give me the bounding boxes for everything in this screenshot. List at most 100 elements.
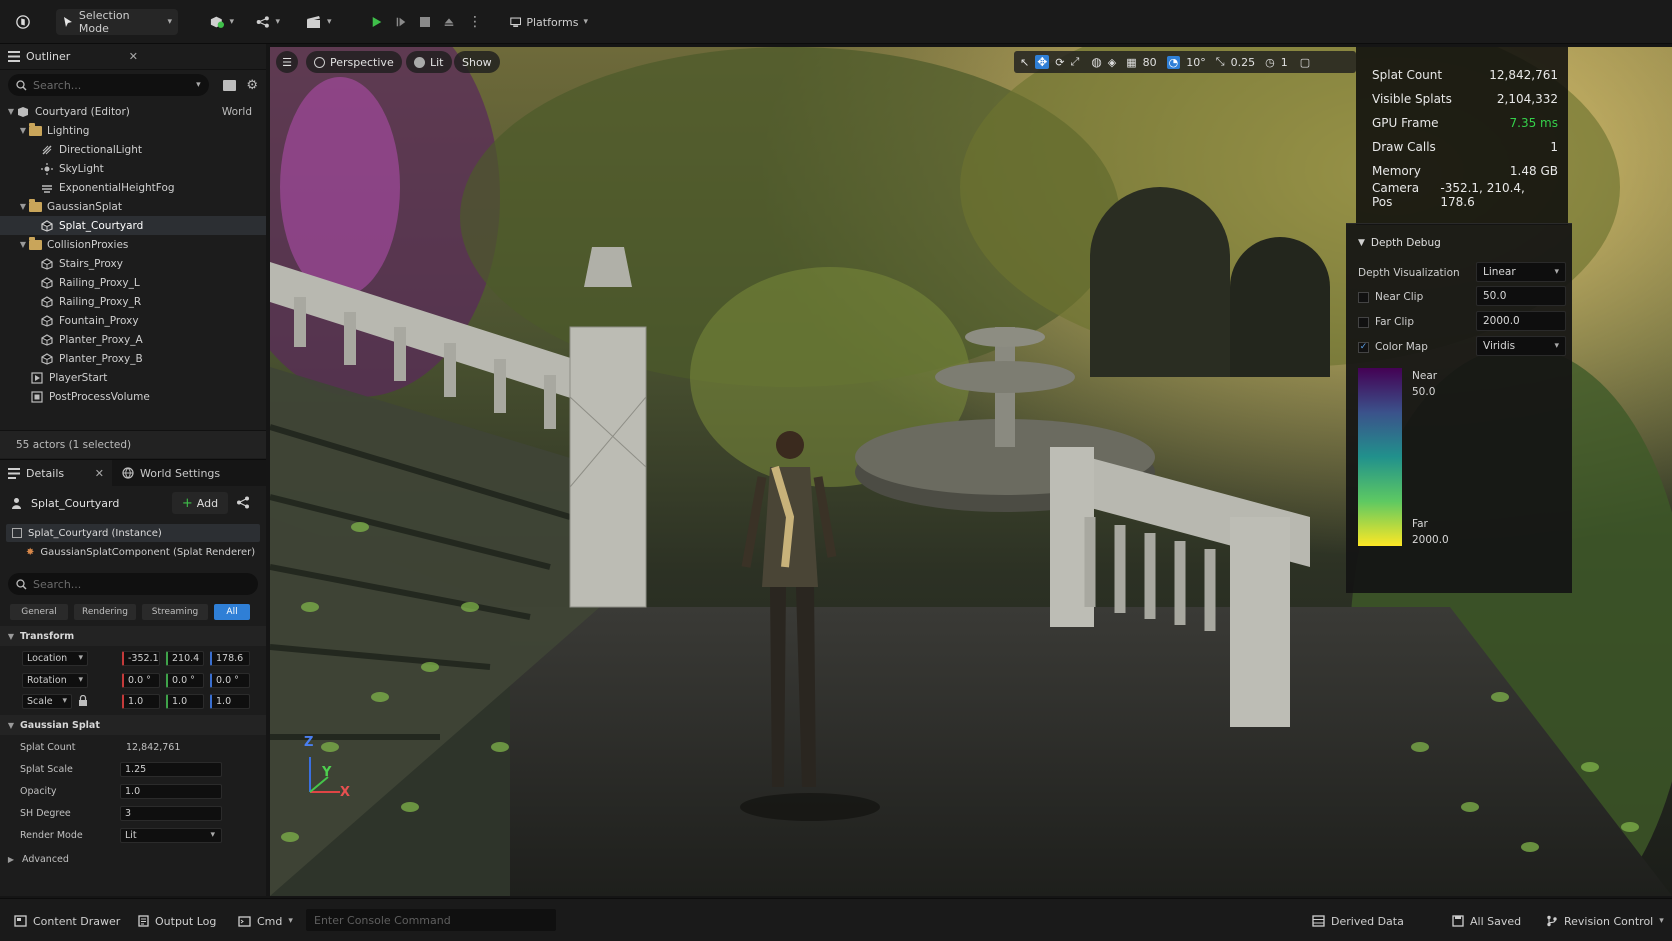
close-icon[interactable]: ✕	[95, 467, 104, 480]
outliner-item-courtyard[interactable]: ▼ Courtyard (Editor) World	[0, 102, 266, 121]
filter-general[interactable]: General	[10, 604, 68, 620]
level-viewport[interactable]: Z Y X ☰ Perspective Lit Show ↖ ✥ ⟳ ⤢ ◍ ◈…	[270, 47, 1672, 896]
depth-visualization-dropdown[interactable]: Linear ▾	[1476, 262, 1566, 282]
add-content-button[interactable]: ▾	[204, 9, 240, 35]
viewport-menu-button[interactable]: ☰	[276, 51, 298, 73]
select-tool-icon[interactable]: ↖	[1020, 56, 1029, 69]
console-command-input[interactable]: Enter Console Command	[306, 909, 556, 931]
content-drawer-button[interactable]: Content Drawer	[14, 910, 120, 932]
blueprint-icon[interactable]	[236, 496, 250, 512]
outliner-item-gaussiansplat[interactable]: ▼ GaussianSplat	[0, 197, 266, 216]
outliner-item-railing-proxy-l[interactable]: Railing_Proxy_L	[0, 273, 266, 292]
camera-speed-icon[interactable]: ◷	[1265, 56, 1275, 69]
grid-snap-icon[interactable]: ▦	[1126, 56, 1136, 69]
outliner-item-railing-proxy-r[interactable]: Railing_Proxy_R	[0, 292, 266, 311]
outliner-item-fog[interactable]: ExponentialHeightFog	[0, 178, 266, 197]
outliner-tab[interactable]: Outliner ✕	[0, 44, 266, 70]
render-mode-dropdown[interactable]: Lit ▾	[120, 827, 222, 843]
rotation-y-input[interactable]: 0.0 °	[166, 672, 204, 688]
depth-debug-header[interactable]: ▼ Depth Debug	[1358, 232, 1564, 254]
outliner-item-fountain-proxy[interactable]: Fountain_Proxy	[0, 311, 266, 330]
color-map-dropdown[interactable]: Viridis ▾	[1476, 336, 1566, 356]
scale-y-input[interactable]: 1.0	[166, 693, 204, 709]
location-x-input[interactable]: -352.1	[122, 650, 160, 666]
rotation-snap-icon[interactable]: ◔	[1166, 55, 1181, 69]
location-z-input[interactable]: 178.6	[210, 650, 250, 666]
close-icon[interactable]: ✕	[129, 50, 138, 63]
near-clip-checkbox[interactable]	[1358, 291, 1369, 303]
maximize-icon[interactable]: ▢	[1300, 56, 1310, 69]
camera-speed-value[interactable]: 1	[1281, 56, 1288, 69]
stop-button[interactable]	[414, 9, 436, 35]
play-options-button[interactable]: ⋮	[462, 9, 482, 35]
outliner-item-planter-proxy-b[interactable]: Planter_Proxy_B	[0, 349, 266, 368]
revision-control-dropdown[interactable]: Revision Control ▾	[1546, 910, 1664, 932]
output-log-button[interactable]: Output Log	[138, 910, 216, 932]
translate-tool-icon[interactable]: ✥	[1035, 55, 1050, 69]
surface-snap-icon[interactable]: ◈	[1108, 56, 1116, 69]
outliner-item-lighting[interactable]: ▼ Lighting	[0, 121, 266, 140]
transform-category[interactable]: ▼ Transform	[0, 626, 266, 646]
scale-dropdown[interactable]: Scale ▾	[22, 693, 72, 709]
world-settings-tab[interactable]: World Settings	[112, 460, 230, 486]
scale-z-input[interactable]: 1.0	[210, 693, 250, 709]
derived-data-button[interactable]: Derived Data	[1312, 910, 1404, 932]
sh-degree-input[interactable]: 3	[120, 805, 222, 821]
rotation-x-input[interactable]: 0.0 °	[122, 672, 160, 688]
far-clip-checkbox[interactable]	[1358, 316, 1369, 328]
expand-arrow-icon[interactable]: ▼	[18, 240, 28, 249]
expand-arrow-icon[interactable]: ▼	[18, 202, 28, 211]
scale-snap-icon[interactable]: ⤡	[1216, 55, 1225, 69]
outliner-item-stairs-proxy[interactable]: Stairs_Proxy	[0, 254, 266, 273]
cinematics-button[interactable]: ▾	[300, 9, 338, 35]
outliner-item-postprocessvolume[interactable]: PostProcessVolume	[0, 387, 266, 406]
blueprints-button[interactable]: ▾	[250, 9, 286, 35]
outliner-item-splat-courtyard[interactable]: Splat_Courtyard	[0, 216, 266, 235]
details-tab[interactable]: Details ✕	[0, 460, 112, 486]
outliner-item-planter-proxy-a[interactable]: Planter_Proxy_A	[0, 330, 266, 349]
editor-logo-icon[interactable]	[10, 9, 36, 35]
rotate-tool-icon[interactable]: ⟳	[1055, 56, 1064, 69]
filter-rendering[interactable]: Rendering	[74, 604, 136, 620]
play-button[interactable]	[366, 9, 388, 35]
grid-snap-value[interactable]: 80	[1143, 56, 1157, 69]
eject-button[interactable]	[438, 9, 460, 35]
scale-x-input[interactable]: 1.0	[122, 693, 160, 709]
step-button[interactable]	[390, 9, 412, 35]
selection-mode-dropdown[interactable]: Selection Mode ▾	[56, 9, 178, 35]
filter-all[interactable]: All	[214, 604, 250, 620]
all-saved-button[interactable]: All Saved	[1452, 910, 1521, 932]
color-map-checkbox[interactable]: ✓	[1358, 341, 1369, 353]
lock-icon[interactable]	[78, 694, 88, 709]
perspective-button[interactable]: Perspective	[306, 51, 402, 73]
outliner-item-collisionproxies[interactable]: ▼ CollisionProxies	[0, 235, 266, 254]
scale-snap-value[interactable]: 0.25	[1231, 56, 1256, 69]
add-folder-icon[interactable]	[222, 79, 237, 91]
scale-tool-icon[interactable]: ⤢	[1071, 55, 1080, 69]
rotation-dropdown[interactable]: Rotation ▾	[22, 672, 88, 688]
near-clip-input[interactable]: 50.0	[1476, 286, 1566, 306]
gear-icon[interactable]: ⚙	[246, 78, 258, 93]
splat-scale-input[interactable]: 1.25	[120, 761, 222, 777]
details-search-input[interactable]: Search...	[8, 573, 258, 595]
show-button[interactable]: Show	[454, 51, 500, 73]
view-mode-button[interactable]: Lit	[406, 51, 452, 73]
expand-arrow-icon[interactable]: ▼	[18, 126, 28, 135]
component-row-splat-renderer[interactable]: ✸ GaussianSplatComponent (Splat Renderer…	[6, 543, 260, 561]
add-component-button[interactable]: + Add	[172, 492, 228, 514]
outliner-search-input[interactable]: Search... ▾	[8, 74, 209, 96]
cmd-dropdown[interactable]: Cmd ▾	[238, 910, 293, 932]
expand-arrow-icon[interactable]: ▼	[6, 107, 16, 116]
platforms-dropdown[interactable]: Platforms ▾	[504, 9, 594, 35]
location-y-input[interactable]: 210.4	[166, 650, 204, 666]
advanced-row[interactable]: ▶ Advanced	[0, 849, 266, 869]
rotation-z-input[interactable]: 0.0 °	[210, 672, 250, 688]
outliner-item-directionallight[interactable]: DirectionalLight	[0, 140, 266, 159]
component-row-instance[interactable]: Splat_Courtyard (Instance)	[6, 524, 260, 542]
outliner-item-playerstart[interactable]: PlayerStart	[0, 368, 266, 387]
world-space-icon[interactable]: ◍	[1091, 55, 1101, 69]
location-dropdown[interactable]: Location ▾	[22, 650, 88, 666]
opacity-input[interactable]: 1.0	[120, 783, 222, 799]
far-clip-input[interactable]: 2000.0	[1476, 311, 1566, 331]
outliner-item-skylight[interactable]: SkyLight	[0, 159, 266, 178]
